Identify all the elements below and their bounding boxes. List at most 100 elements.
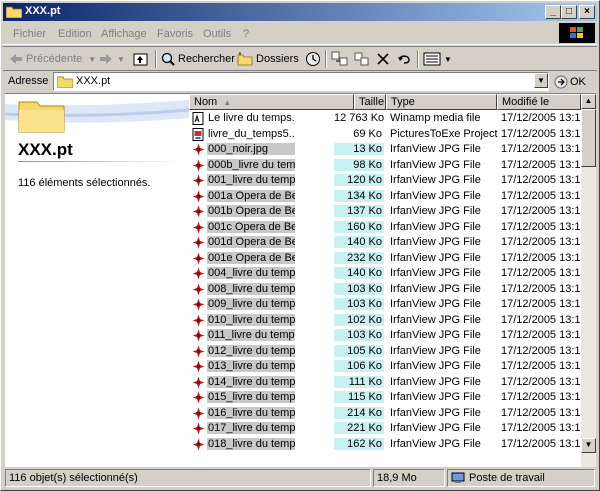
menu-affichage[interactable]: Affichage <box>101 28 147 40</box>
file-modified: 17/12/2005 13:16 <box>501 127 587 140</box>
scroll-down-button[interactable]: ▼ <box>581 438 596 453</box>
title-bar[interactable]: XXX.pt _ □ × <box>3 3 597 21</box>
file-type: IrfanView JPG File <box>390 344 481 357</box>
file-type: IrfanView JPG File <box>390 267 481 279</box>
menu-favoris[interactable]: Favoris <box>157 28 193 40</box>
file-name: 001_livre du temp... <box>207 174 295 186</box>
delete-button[interactable] <box>376 50 390 68</box>
file-name: 017_livre du temp... <box>207 422 295 434</box>
file-type: IrfanView JPG File <box>390 437 481 450</box>
file-type: IrfanView JPG File <box>390 143 481 155</box>
move-to-button[interactable] <box>331 50 349 68</box>
irfanview-icon <box>192 314 205 327</box>
file-list[interactable]: Nom ▲ Taille Type Modifié le Le livre du … <box>189 93 596 467</box>
file-row[interactable]: 001a Opera de Be... 134 Ko IrfanView JPG F… <box>189 189 587 204</box>
file-name: 009_livre du temp... <box>207 298 295 310</box>
file-modified: 17/12/2005 13:16 <box>501 344 587 357</box>
back-dropdown-icon[interactable]: ▼ <box>88 55 96 64</box>
views-button[interactable]: ▼ <box>423 50 452 68</box>
copy-to-button[interactable] <box>353 50 371 68</box>
back-button[interactable]: Précédente ▼ <box>9 50 96 68</box>
column-header-type[interactable]: Type <box>386 94 497 110</box>
address-dropdown-button[interactable]: ▼ <box>534 73 548 88</box>
file-row[interactable]: 001e Opera de Be... 232 Ko IrfanView JPG F… <box>189 251 587 266</box>
column-header-name[interactable]: Nom ▲ <box>189 94 354 110</box>
file-row[interactable]: 011_livre du temp... 103 Ko IrfanView JPG … <box>189 328 587 343</box>
up-folder-button[interactable] <box>133 50 149 68</box>
file-name: 008_livre du temp... <box>207 282 295 295</box>
file-size: 221 Ko <box>334 422 384 434</box>
file-name: 013_livre du temp... <box>207 360 295 372</box>
search-button[interactable]: Rechercher <box>161 50 235 68</box>
file-row[interactable]: 001b Opera de Be... 137 Ko IrfanView JPG F… <box>189 204 587 219</box>
address-input[interactable]: XXX.pt <box>53 72 549 91</box>
file-size: 103 Ko <box>334 329 384 341</box>
file-modified: 17/12/2005 13:16 <box>501 375 587 388</box>
column-header-modified[interactable]: Modifié le <box>497 94 581 110</box>
file-row[interactable]: 015_livre du temp... 115 Ko IrfanView JPG … <box>189 390 587 405</box>
history-button[interactable] <box>305 50 321 68</box>
irfanview-icon <box>192 143 205 156</box>
file-type: IrfanView JPG File <box>390 298 481 310</box>
file-row[interactable]: livre_du_temps5.... 69 Ko PicturesToExe Pr… <box>189 127 587 142</box>
scroll-up-button[interactable]: ▲ <box>581 94 596 109</box>
file-row[interactable]: 010_livre du temp... 102 Ko IrfanView JPG … <box>189 313 587 328</box>
file-size: 102 Ko <box>334 313 384 326</box>
toolbar-separator <box>155 50 157 68</box>
column-header-size[interactable]: Taille <box>354 94 386 110</box>
folders-button[interactable]: Dossiers <box>237 50 299 68</box>
views-dropdown-icon[interactable]: ▼ <box>444 55 452 64</box>
file-row[interactable]: 012_livre du temp... 105 Ko IrfanView JPG … <box>189 344 587 359</box>
file-size: 106 Ko <box>334 360 384 372</box>
copy-to-icon <box>354 52 369 66</box>
file-row[interactable]: 001_livre du temp... 120 Ko IrfanView JPG … <box>189 173 587 188</box>
scroll-thumb[interactable] <box>581 109 596 167</box>
file-row[interactable]: 017_livre du temp... 221 Ko IrfanView JPG … <box>189 421 587 436</box>
file-row[interactable]: 004_livre du temp... 140 Ko IrfanView JPG … <box>189 266 587 281</box>
file-row[interactable]: 018_livre du temp... 162 Ko IrfanView JPG … <box>189 437 587 452</box>
file-size: 115 Ko <box>334 391 384 403</box>
irfanview-icon <box>192 298 205 311</box>
irfanview-icon <box>192 360 205 373</box>
file-size: 12 763 Ko <box>334 112 385 124</box>
file-row[interactable]: 014_livre du temp... 111 Ko IrfanView JPG … <box>189 375 587 390</box>
forward-dropdown-icon[interactable]: ▼ <box>117 55 125 64</box>
pte-project-icon <box>192 127 205 141</box>
menu-fichier[interactable]: Fichier <box>13 28 46 40</box>
menu-outils[interactable]: Outils <box>203 28 231 40</box>
file-row[interactable]: 009_livre du temp... 103 Ko IrfanView JPG … <box>189 297 587 312</box>
file-name: Le livre du temps.... <box>208 112 295 124</box>
maximize-button[interactable]: □ <box>561 5 577 19</box>
file-row[interactable]: 001d Opera de Bei... 140 Ko IrfanView JPG … <box>189 235 587 250</box>
file-row[interactable]: 008_livre du temp... 103 Ko IrfanView JPG … <box>189 282 587 297</box>
status-zone: Poste de travail <box>447 469 595 487</box>
menu-edition[interactable]: Edition <box>58 28 92 40</box>
file-row[interactable]: Le livre du temps.... 12 763 Ko Winamp med… <box>189 111 587 126</box>
vertical-scrollbar[interactable]: ▲ ▼ <box>581 94 596 467</box>
file-modified: 17/12/2005 13:16 <box>501 282 587 295</box>
close-button[interactable]: × <box>579 5 595 19</box>
menu-help[interactable]: ? <box>243 28 249 40</box>
windows-flag-icon <box>570 27 583 38</box>
irfanview-icon <box>192 376 205 389</box>
undo-button[interactable] <box>397 50 413 68</box>
file-modified: 17/12/2005 13:16 <box>501 313 587 326</box>
irfanview-icon <box>192 391 205 404</box>
file-row[interactable]: 000b_livre du temp... 98 Ko IrfanView JPG … <box>189 158 587 173</box>
file-row[interactable]: 001c Opera de Bei... 160 Ko IrfanView JPG … <box>189 220 587 235</box>
irfanview-icon <box>192 205 205 218</box>
file-size: 137 Ko <box>334 205 384 217</box>
file-size: 140 Ko <box>334 267 384 279</box>
go-button[interactable]: OK <box>554 72 594 91</box>
file-type: Winamp media file <box>390 112 481 124</box>
file-name: 004_livre du temp... <box>207 267 295 279</box>
file-modified: 17/12/2005 13:16 <box>501 437 587 450</box>
file-name: 001d Opera de Bei... <box>207 236 295 248</box>
file-row[interactable]: 000_noir.jpg 13 Ko IrfanView JPG File 17/12… <box>189 142 587 157</box>
file-modified: 17/12/2005 13:16 <box>501 298 587 310</box>
file-row[interactable]: 016_livre du temp... 214 Ko IrfanView JPG … <box>189 406 587 421</box>
toolbar-separator <box>417 50 419 68</box>
forward-button[interactable]: ▼ <box>99 50 125 68</box>
minimize-button[interactable]: _ <box>545 5 561 19</box>
file-row[interactable]: 013_livre du temp... 106 Ko IrfanView JPG … <box>189 359 587 374</box>
